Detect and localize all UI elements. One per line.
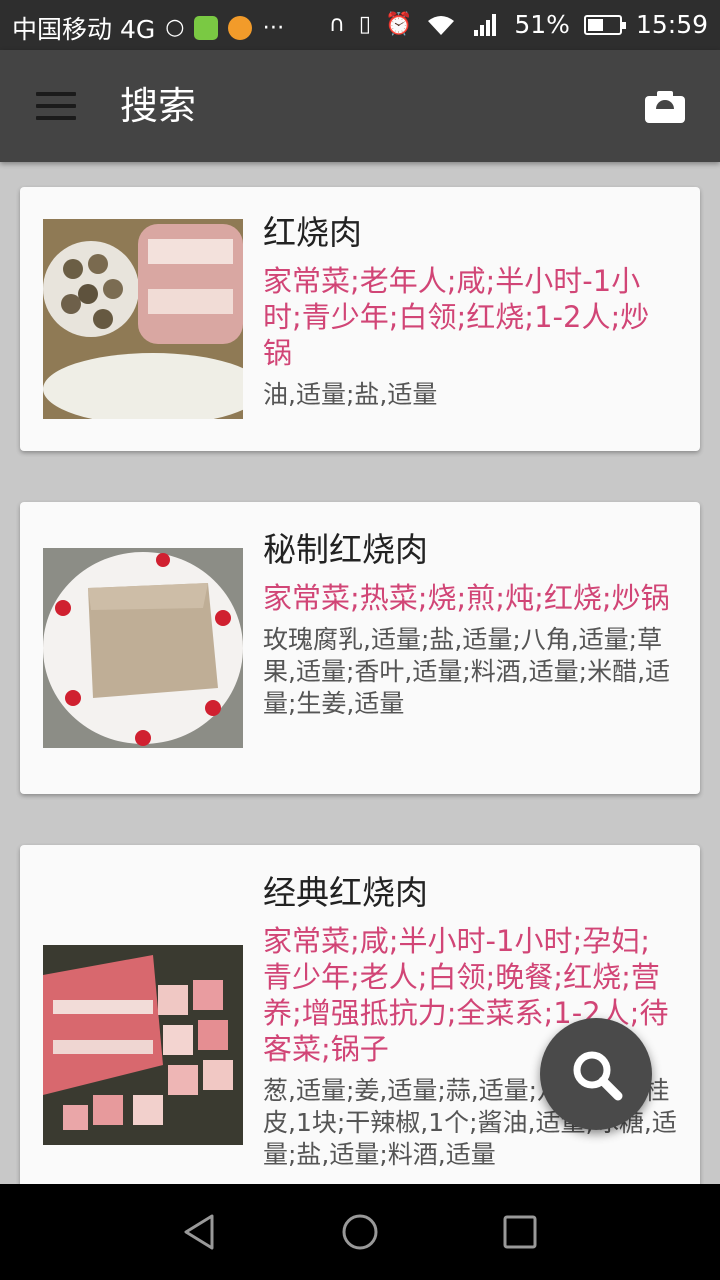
vibrate-icon: ▯: [358, 11, 371, 37]
recipe-tags: 家常菜;热菜;烧;煎;炖;红烧;炒锅: [263, 581, 670, 615]
camera-icon[interactable]: [644, 90, 686, 124]
system-nav-bar: [0, 1184, 720, 1280]
recipe-card[interactable]: 秘制红烧肉 家常菜;热菜;烧;煎;炖;红烧;炒锅 玫瑰腐乳,适量;盐,适量;八角…: [20, 502, 700, 794]
wifi-icon: [428, 15, 455, 35]
search-button[interactable]: [540, 1018, 652, 1130]
battery-percent: 51%: [514, 10, 570, 39]
battery-level-fill: [587, 18, 604, 31]
recipe-card[interactable]: 经典红烧肉 家常菜;咸;半小时-1小时;孕妇;青少年;老人;白领;晚餐;红烧;营…: [20, 845, 700, 1184]
hamburger-menu-icon[interactable]: [36, 92, 76, 120]
uc-browser-icon: [228, 16, 253, 40]
status-right: ∩ ▯ ⏰ 51% 15:59: [329, 10, 708, 39]
recipe-name: 红烧肉: [263, 213, 362, 252]
recipe-image: [43, 548, 243, 748]
clock: 15:59: [635, 10, 708, 39]
signal-4g-icon: [474, 13, 497, 36]
more-icon: ⋯: [262, 15, 285, 40]
iqiyi-app-icon: [194, 16, 219, 40]
app-toolbar: 搜索: [0, 50, 720, 162]
recipe-ingredients: 油,适量;盐,适量: [263, 380, 438, 409]
recipe-name: 经典红烧肉: [263, 873, 428, 912]
recipe-ingredients: 玫瑰腐乳,适量;盐,适量;八角,适量;草果,适量;香叶,适量;料酒,适量;米醋,…: [263, 625, 671, 718]
status-bar: 中国移动 4G ○ ⋯ ∩ ▯ ⏰ 51% 15:59: [0, 0, 720, 50]
battery-icon: [583, 14, 626, 35]
carrier-label: 中国移动 4G: [12, 15, 156, 44]
recipe-name: 秘制红烧肉: [263, 530, 428, 569]
alarm-icon: ⏰: [384, 11, 413, 37]
chat-bubble-icon: ○: [165, 15, 185, 40]
status-left: 中国移动 4G ○ ⋯: [12, 10, 284, 46]
back-icon[interactable]: [180, 1212, 220, 1252]
headset-icon: ∩: [328, 11, 345, 37]
recipe-image: [43, 219, 243, 419]
recents-icon[interactable]: [500, 1212, 540, 1252]
search-icon: [573, 1051, 623, 1101]
page-title: 搜索: [120, 84, 197, 128]
recipe-tags: 家常菜;老年人;咸;半小时-1小时;青少年;白领;红烧;1-2人;炒锅: [263, 264, 650, 370]
recipe-card[interactable]: 红烧肉 家常菜;老年人;咸;半小时-1小时;青少年;白领;红烧;1-2人;炒锅 …: [20, 187, 700, 451]
home-icon[interactable]: [340, 1212, 380, 1252]
recipe-image: [43, 945, 243, 1145]
